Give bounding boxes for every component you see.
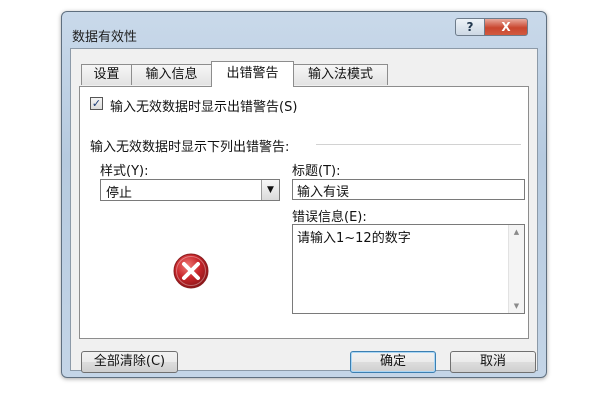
style-dropdown-value: 停止 xyxy=(106,186,133,201)
tab-settings[interactable]: 设置 xyxy=(81,64,132,85)
ok-button[interactable]: 确定 xyxy=(350,351,436,373)
section-label: 输入无效数据时显示下列出错警告: xyxy=(90,140,290,155)
show-alert-checkbox[interactable]: ✓ xyxy=(90,97,103,110)
tab-ime-mode[interactable]: 输入法模式 xyxy=(293,64,388,85)
cancel-button[interactable]: 取消 xyxy=(450,351,536,373)
scroll-up-arrow-icon[interactable]: ▲ xyxy=(509,225,524,239)
style-dropdown[interactable]: 停止 ▼ xyxy=(100,179,280,201)
dialog-title: 数据有效性 xyxy=(72,30,138,45)
style-label: 样式(Y): xyxy=(100,164,149,179)
scroll-down-arrow-icon[interactable]: ▼ xyxy=(509,299,524,313)
error-alert-panel: ✓ 输入无效数据时显示出错警告(S) 输入无效数据时显示下列出错警告: 样式(Y… xyxy=(79,86,529,339)
screen: 数据有效性 ? X 设置 输入信息 出错警告 输入法模式 ✓ 输入无效数据时显示… xyxy=(0,0,600,400)
section-divider xyxy=(316,144,521,146)
error-message-value: 请输入1~12的数字 xyxy=(297,231,411,246)
tab-error-alert[interactable]: 出错警告 xyxy=(211,61,294,87)
message-label: 错误信息(E): xyxy=(292,210,367,225)
dialog-client-area: 设置 输入信息 出错警告 输入法模式 ✓ 输入无效数据时显示出错警告(S) 输入… xyxy=(70,48,538,373)
clear-all-button[interactable]: 全部清除(C) xyxy=(81,351,178,373)
title-label: 标题(T): xyxy=(292,164,341,179)
chevron-down-icon[interactable]: ▼ xyxy=(261,180,279,200)
title-input-value: 输入有误 xyxy=(297,185,350,200)
tab-input-message[interactable]: 输入信息 xyxy=(131,64,212,85)
error-stop-icon xyxy=(172,252,210,290)
help-button[interactable]: ? xyxy=(455,18,485,36)
textarea-scrollbar[interactable]: ▲ ▼ xyxy=(508,225,524,313)
close-button[interactable]: X xyxy=(484,18,528,36)
title-input[interactable]: 输入有误 xyxy=(292,179,525,200)
error-message-textarea[interactable]: 请输入1~12的数字 ▲ ▼ xyxy=(292,224,525,314)
data-validation-dialog: 数据有效性 ? X 设置 输入信息 出错警告 输入法模式 ✓ 输入无效数据时显示… xyxy=(61,11,547,378)
title-bar[interactable]: 数据有效性 ? X xyxy=(62,12,546,48)
show-alert-checkbox-label[interactable]: 输入无效数据时显示出错警告(S) xyxy=(110,96,297,115)
